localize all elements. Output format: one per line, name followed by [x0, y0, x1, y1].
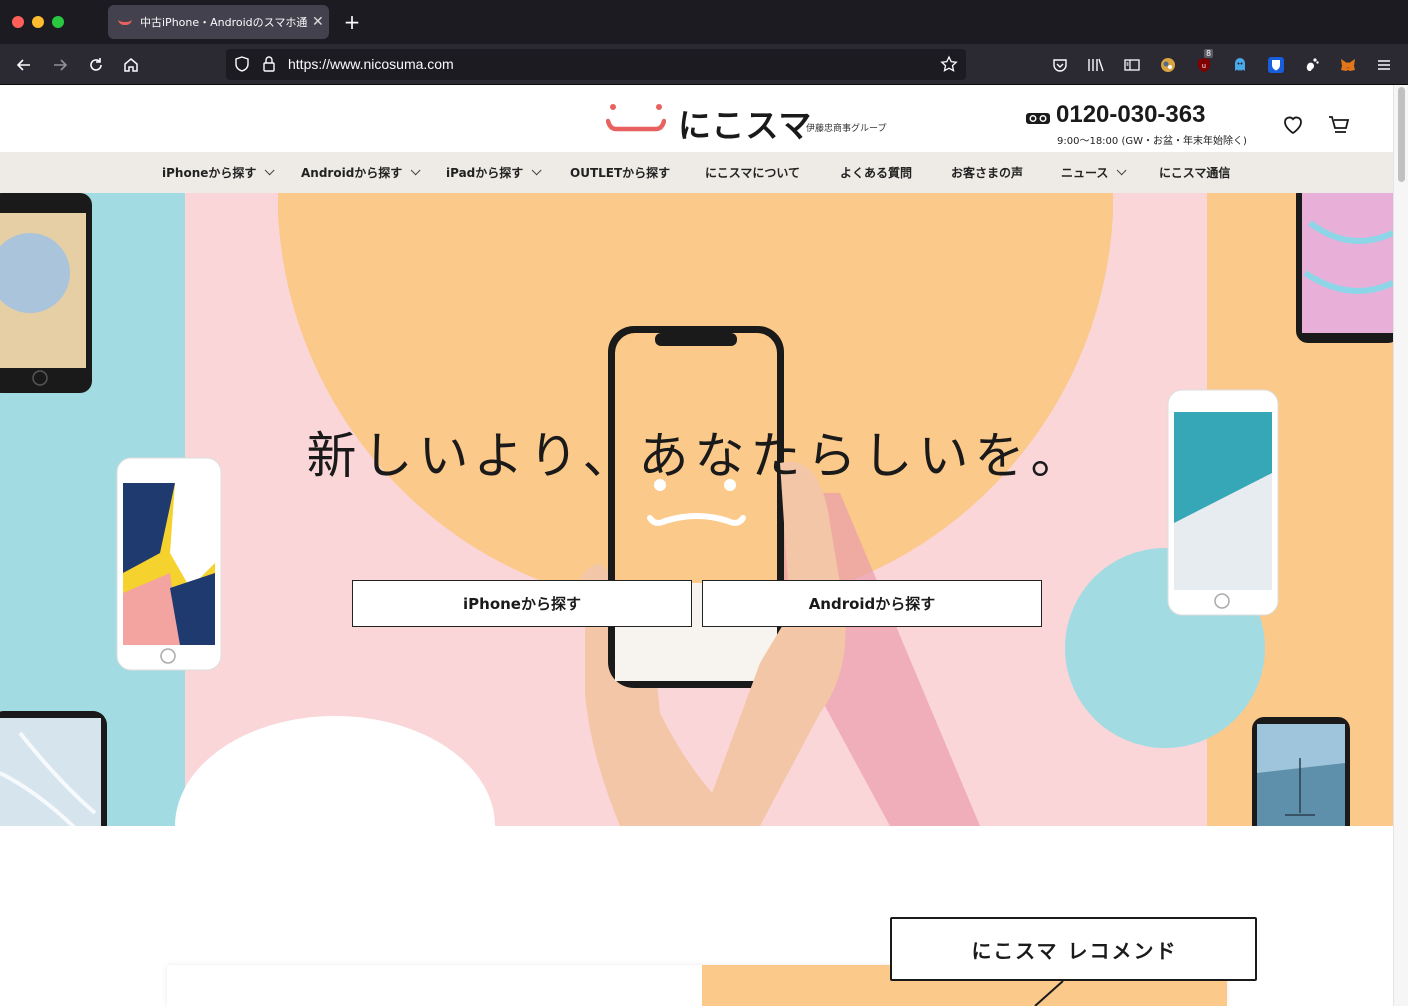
web-page: にこスマ 伊藤忠商事グループ 0120-030-363 9:00〜18:00 (…: [0, 85, 1393, 1006]
page-scrollbar[interactable]: [1393, 85, 1408, 1006]
home-button[interactable]: [118, 52, 144, 78]
back-arrow-icon: [16, 59, 30, 71]
recommend-heading: にこスマ レコメンド: [971, 939, 1178, 963]
tracking-shield-icon[interactable]: [234, 55, 250, 77]
phone-number[interactable]: 0120-030-363: [1056, 101, 1205, 129]
tab-close-icon[interactable]: ✕: [312, 14, 324, 30]
search-iphone-button[interactable]: iPhoneから探す: [352, 580, 692, 627]
nav-android[interactable]: Androidから探す: [301, 164, 421, 181]
chevron-down-icon: [1117, 165, 1127, 176]
ublock-icon[interactable]: u 8: [1195, 49, 1214, 74]
nav-reviews[interactable]: お客さまの声: [951, 164, 1023, 181]
nav-label: にこスマについて: [705, 166, 801, 180]
chevron-down-icon: [531, 165, 542, 176]
home-icon: [124, 58, 138, 72]
nav-outlet[interactable]: OUTLETから探す: [570, 164, 670, 181]
hero-tagline: 新しいより、あなたらしいを。: [306, 427, 1087, 485]
reload-icon: [90, 58, 102, 71]
logo-wordmark[interactable]: にこスマ: [678, 99, 812, 147]
menu-icon[interactable]: [1375, 56, 1393, 74]
new-tab-button[interactable]: +: [342, 10, 362, 34]
nav-about[interactable]: にこスマについて: [705, 164, 800, 181]
window-minimize-button[interactable]: [32, 16, 44, 28]
tab-title: 中古iPhone・Androidのスマホ通販: [140, 16, 308, 29]
nav-ipad[interactable]: iPadから探す: [446, 164, 542, 181]
bookmark-star-icon[interactable]: [940, 55, 958, 77]
speech-tail-icon: [1034, 980, 1064, 1006]
search-android-button[interactable]: Androidから探す: [702, 580, 1042, 627]
logo-subtitle: 伊藤忠商事グループ: [806, 124, 887, 134]
favorite-heart-icon[interactable]: [1281, 113, 1305, 137]
cart-icon[interactable]: [1327, 113, 1351, 137]
chevron-down-icon: [410, 165, 421, 176]
extension-avatar-icon[interactable]: [1159, 56, 1177, 74]
ghost-extension-icon[interactable]: [1231, 56, 1249, 74]
recommend-heading-box: にこスマ レコメンド: [890, 917, 1257, 981]
svg-text:u: u: [1202, 63, 1206, 70]
nav-label: にこスマ通信: [1159, 166, 1231, 180]
nav-label: よくある質問: [840, 166, 913, 180]
back-button[interactable]: [11, 52, 37, 78]
window-zoom-button[interactable]: [52, 16, 64, 28]
smile-logo-icon: [606, 104, 666, 132]
site-favicon-icon: [118, 19, 132, 25]
nav-label: iPhoneから探す: [162, 166, 257, 180]
nav-iphone[interactable]: iPhoneから探す: [162, 164, 275, 181]
window-close-button[interactable]: [12, 16, 24, 28]
bitwarden-icon[interactable]: [1267, 56, 1285, 74]
nav-label: お客さまの声: [951, 166, 1024, 180]
nav-news[interactable]: ニュース: [1061, 164, 1127, 181]
ublock-badge: 8: [1204, 49, 1214, 58]
metamask-fox-icon[interactable]: [1339, 56, 1357, 74]
browser-toolbar: https://www.nicosuma.com u 8: [0, 44, 1408, 85]
forward-arrow-icon: [54, 59, 68, 71]
nav-faq[interactable]: よくある質問: [840, 164, 912, 181]
scrollbar-thumb[interactable]: [1398, 87, 1405, 182]
sidebar-icon[interactable]: [1123, 56, 1141, 74]
library-icon[interactable]: [1087, 56, 1105, 74]
lock-icon[interactable]: [262, 55, 276, 77]
browser-tab-bar: 中古iPhone・Androidのスマホ通販 ✕ +: [0, 0, 1408, 44]
hero-banner: 新しいより、あなたらしいを。 iPhoneから探す Androidから探す: [0, 193, 1393, 826]
hero-illustration: [0, 193, 1393, 826]
nav-blog[interactable]: にこスマ通信: [1159, 164, 1230, 181]
pocket-icon[interactable]: [1051, 56, 1069, 74]
nav-label: OUTLETから探す: [570, 166, 671, 180]
gnome-extension-icon[interactable]: [1303, 56, 1321, 74]
address-bar[interactable]: https://www.nicosuma.com: [226, 49, 966, 80]
reload-button[interactable]: [83, 52, 109, 78]
forward-button[interactable]: [47, 52, 73, 78]
url-text[interactable]: https://www.nicosuma.com: [288, 56, 454, 72]
browser-tab-active[interactable]: 中古iPhone・Androidのスマホ通販 ✕: [108, 5, 329, 39]
nav-label: iPadから探す: [446, 166, 524, 180]
global-nav: iPhoneから探す Androidから探す iPadから探す OUTLETから…: [0, 152, 1393, 193]
freedial-icon: [1026, 113, 1050, 124]
site-logo[interactable]: [606, 101, 666, 137]
nav-label: ニュース: [1061, 166, 1109, 180]
chevron-down-icon: [265, 165, 275, 176]
nav-label: Androidから探す: [301, 166, 403, 180]
phone-hours: 9:00〜18:00 (GW・お盆・年末年始除く): [1057, 136, 1247, 147]
